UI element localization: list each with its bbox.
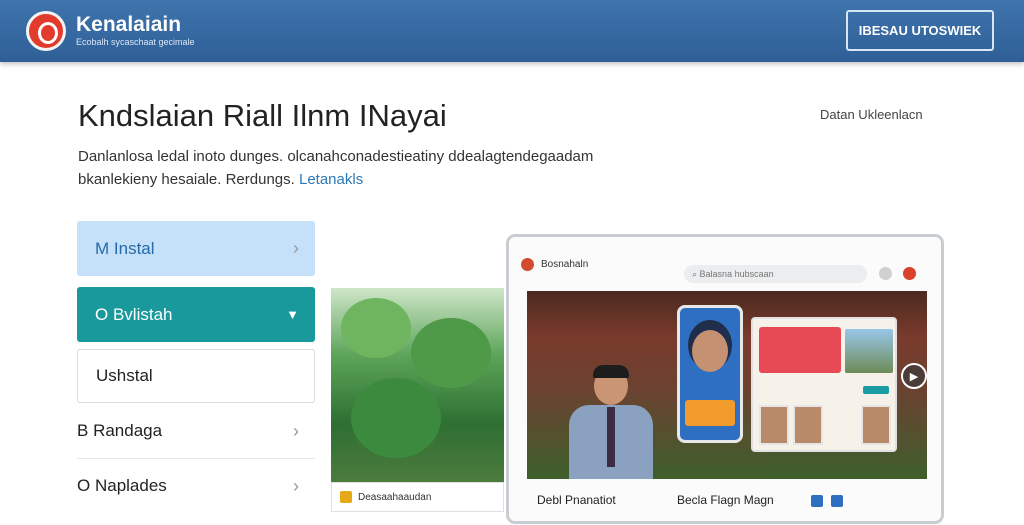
person-illustration [569, 365, 653, 479]
search-icon: ⌕ [692, 268, 700, 279]
notification-icon[interactable] [903, 267, 916, 280]
menu-item-bvlistah[interactable]: O Bvlistah ▼ [77, 287, 315, 342]
menu-item-icon: O [95, 304, 109, 324]
page-title: Kndslaian Riall Ilnm INayai [78, 98, 447, 133]
top-header: Kenalaiain Ecobalh sycaschaat gecimale I… [0, 0, 1024, 62]
share-icon[interactable] [811, 495, 823, 507]
menu-item-icon: B [77, 421, 89, 440]
laptop-hero-scene: ▶ [527, 291, 927, 479]
menu-item-label: Naplades [94, 476, 167, 495]
chevron-down-icon: ▼ [286, 307, 299, 322]
menu-item-randaga[interactable]: B Randaga › [77, 404, 315, 459]
laptop-bottom-bar: Debl Pnanatiot Becla Flagn Magn [527, 485, 927, 525]
link-icon[interactable] [831, 495, 843, 507]
chevron-right-icon: › [293, 475, 299, 496]
photo-caption: Deasaahaaudan [358, 491, 432, 503]
photo-caption-card[interactable]: Deasaahaaudan [331, 482, 504, 512]
menu-item-icon: O [77, 476, 91, 495]
menu-item-icon: M [95, 238, 110, 258]
content-panel [751, 317, 897, 452]
description-line-2: bkanlekieny hesaiale. Rerdungs. [78, 171, 295, 188]
description-line-1: Danlanlosa ledal inoto dunges. olcanahco… [78, 148, 594, 165]
chevron-right-icon: › [293, 238, 299, 258]
play-icon[interactable]: ▶ [901, 363, 927, 389]
laptop-caption-2: Becla Flagn Magn [677, 493, 774, 507]
menu-item-naplades[interactable]: O Naplades › [77, 460, 315, 512]
phone-mockup [677, 305, 743, 443]
laptop-search-input[interactable]: ⌕ Balasna hubscaan [684, 265, 867, 283]
laptop-mockup: Bosnahaln ⌕ Balasna hubscaan ▶ Debl Pnan… [506, 234, 944, 524]
settings-icon[interactable] [879, 267, 892, 280]
description-link[interactable]: Letanakls [299, 171, 363, 188]
brand-name[interactable]: Kenalaiain [76, 13, 181, 37]
header-cta-button[interactable]: IBESAU UTOSWIEK [846, 10, 994, 51]
app-logo-icon [521, 257, 534, 271]
menu-item-ushstal[interactable]: Ushstal [77, 349, 315, 403]
chevron-right-icon: › [293, 420, 299, 441]
side-link[interactable]: Datan Ukleenlacn [820, 107, 923, 122]
laptop-search-placeholder: Balasna hubscaan [699, 269, 774, 279]
panel-button[interactable] [863, 386, 889, 394]
menu-item-label: Ushstal [96, 366, 153, 385]
menu-item-label: Randaga [93, 421, 163, 440]
menu-item-label: Bvlistah [112, 304, 173, 324]
brand-tagline: Ecobalh sycaschaat gecimale [76, 37, 195, 47]
page-description: Danlanlosa ledal inoto dunges. olcanahco… [78, 145, 698, 191]
menu-item-instal[interactable]: M Instal › [77, 221, 315, 276]
folder-icon [340, 491, 352, 503]
brand-logo-icon[interactable] [26, 11, 66, 51]
laptop-caption-1: Debl Pnanatiot [537, 493, 616, 507]
menu-item-label: Instal [113, 238, 155, 258]
laptop-app-name: Bosnahaln [541, 258, 589, 270]
tropical-photo [331, 288, 504, 482]
